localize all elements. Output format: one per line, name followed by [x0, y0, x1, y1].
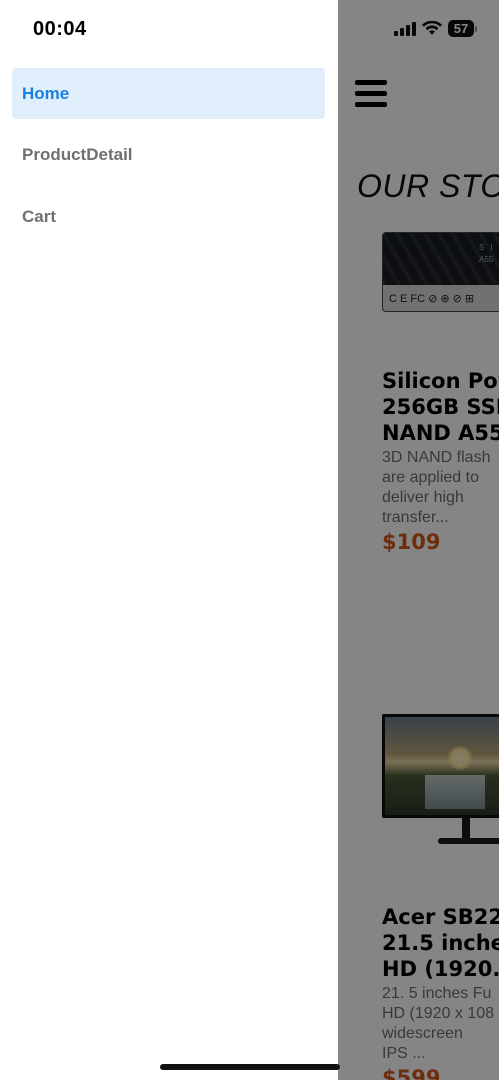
drawer-item-cart[interactable]: Cart: [12, 191, 325, 242]
drawer-item-productdetail[interactable]: ProductDetail: [12, 129, 325, 180]
drawer-item-label: ProductDetail: [22, 144, 133, 164]
drawer-item-home[interactable]: Home: [12, 68, 325, 119]
drawer-item-label: Cart: [22, 206, 57, 226]
home-indicator[interactable]: [160, 1064, 340, 1070]
screen: 57 OUR STO S I L I A55 C E FC ⊘ ⊕ ⊘ ⊞ Si…: [0, 0, 499, 1080]
status-time: 00:04: [33, 18, 87, 40]
navigation-drawer: 00:04 Home ProductDetail Cart: [0, 0, 338, 1080]
drawer-item-label: Home: [22, 83, 70, 103]
